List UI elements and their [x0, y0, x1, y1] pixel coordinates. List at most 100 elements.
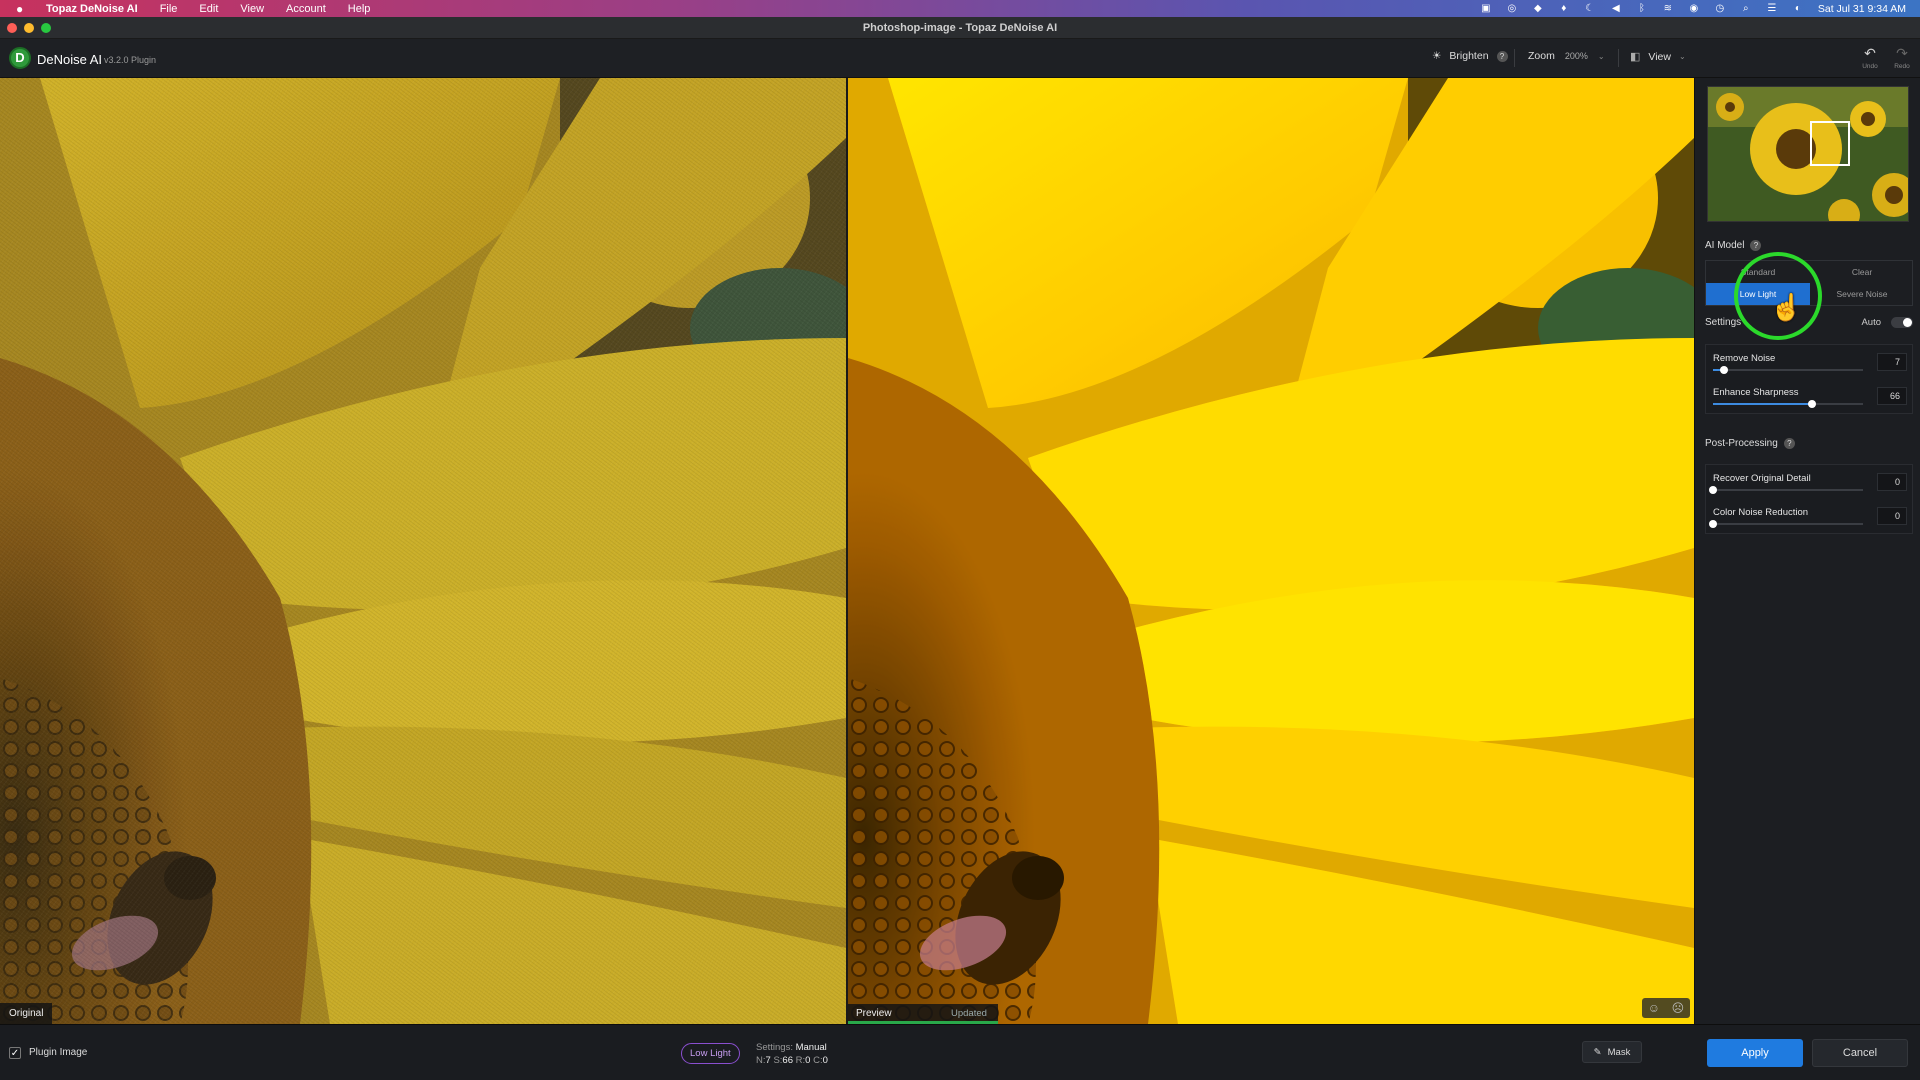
enhance-sharpness-label: Enhance Sharpness: [1713, 387, 1799, 398]
flame-icon[interactable]: ♦: [1558, 3, 1570, 14]
window-titlebar: Photoshop-image - Topaz DeNoise AI: [0, 17, 1920, 39]
preview-pane[interactable]: Preview Updated ☺ ☹: [848, 78, 1694, 1024]
dropbox-icon[interactable]: ◆: [1532, 3, 1544, 14]
post-processing-help-icon[interactable]: ?: [1783, 438, 1795, 449]
ai-model-help-icon[interactable]: ?: [1750, 240, 1762, 251]
slider-track[interactable]: [1709, 486, 1863, 494]
neutral-face-icon[interactable]: ☹: [1672, 1001, 1685, 1015]
view-menu[interactable]: ◧ View ⌄: [1630, 50, 1686, 64]
wifi-icon[interactable]: ≋: [1662, 3, 1674, 14]
menubar-status-area: ▣ ◎ ◆ ♦ ☾ ◀ ᛒ ≋ ◉ ◷ ⌕ ☰ ◐ Sat Jul 31 9:3…: [1480, 3, 1920, 15]
redo-label: Redo: [1894, 63, 1910, 70]
image-canvas[interactable]: Original Preview Updated ☺ ☹: [0, 78, 1694, 1024]
menu-help[interactable]: Help: [348, 3, 371, 15]
smile-icon[interactable]: ☺: [1648, 1001, 1660, 1015]
plugin-image-checkbox[interactable]: ✓: [9, 1047, 21, 1059]
navigator-viewport[interactable]: [1810, 121, 1850, 166]
slider-track[interactable]: [1709, 520, 1863, 528]
enhance-sharpness-slider[interactable]: Enhance Sharpness 66: [1706, 379, 1912, 413]
model-severe-noise[interactable]: Severe Noise: [1810, 283, 1914, 305]
sun-icon: ☀: [1432, 50, 1442, 62]
navigator-image: [1708, 87, 1908, 221]
settings-panel: AI Model ? Standard Clear Low Light Seve…: [1694, 78, 1920, 1024]
original-label: Original: [0, 1003, 53, 1024]
zoom-control[interactable]: Zoom 200% ⌄: [1528, 50, 1605, 62]
hand-cursor-icon: ☝: [1770, 292, 1803, 322]
auto-toggle[interactable]: [1891, 317, 1913, 328]
post-processing-title: Post-Processing ?: [1705, 438, 1795, 449]
slider-knob[interactable]: [1709, 486, 1717, 494]
spotlight-icon[interactable]: ⌕: [1740, 3, 1752, 14]
toolbar-divider: [1514, 49, 1515, 67]
slider-knob[interactable]: [1808, 400, 1816, 408]
bluetooth-icon[interactable]: ᛒ: [1636, 3, 1648, 14]
apply-button[interactable]: Apply: [1707, 1039, 1803, 1067]
preview-status: Updated: [951, 1008, 987, 1019]
model-clear[interactable]: Clear: [1810, 261, 1914, 283]
enhance-sharpness-value[interactable]: 66: [1877, 387, 1907, 405]
brighten-toggle[interactable]: ☀ Brighten ?: [1432, 50, 1508, 62]
minimize-window-button[interactable]: [24, 23, 34, 33]
creative-cloud-icon[interactable]: ◎: [1506, 3, 1518, 14]
time-machine-icon[interactable]: ◷: [1714, 3, 1726, 14]
preview-status-bar: Preview Updated: [848, 1004, 998, 1024]
screenshot-icon[interactable]: ▣: [1480, 3, 1492, 14]
brighten-label: Brighten: [1449, 50, 1489, 62]
control-center-icon[interactable]: ☰: [1766, 3, 1778, 14]
app-version: v3.2.0 Plugin: [104, 55, 157, 65]
recover-detail-value[interactable]: 0: [1877, 473, 1907, 491]
bottom-bar: ✓ Plugin Image Low Light Settings: Manua…: [0, 1024, 1920, 1080]
ai-model-label: AI Model: [1705, 240, 1745, 251]
undo-label: Undo: [1862, 63, 1878, 70]
menu-app-name[interactable]: Topaz DeNoise AI: [46, 3, 138, 15]
menu-account[interactable]: Account: [286, 3, 326, 15]
settings-prefix: Settings:: [756, 1042, 793, 1053]
close-window-button[interactable]: [7, 23, 17, 33]
preview-feedback: ☺ ☹: [1642, 998, 1690, 1018]
color-noise-slider[interactable]: Color Noise Reduction 0: [1706, 499, 1912, 533]
remove-noise-slider[interactable]: Remove Noise 7: [1706, 345, 1912, 379]
sunflower-photo-preview: [848, 78, 1694, 1024]
window-controls: [7, 23, 51, 33]
color-noise-value[interactable]: 0: [1877, 507, 1907, 525]
redo-icon: ↷: [1896, 45, 1908, 61]
original-pane[interactable]: Original: [0, 78, 846, 1024]
menu-view[interactable]: View: [240, 3, 264, 15]
slider-knob[interactable]: [1709, 520, 1717, 528]
mask-button[interactable]: ✎ Mask: [1582, 1041, 1642, 1063]
c-label: C:: [813, 1055, 823, 1066]
undo-icon: ↶: [1864, 45, 1876, 61]
cancel-button[interactable]: Cancel: [1812, 1039, 1908, 1067]
macos-menubar: ● Topaz DeNoise AI File Edit View Accoun…: [0, 0, 1920, 17]
denoise-logo-icon: D: [9, 47, 31, 69]
slider-track[interactable]: [1713, 400, 1863, 408]
post-processing-sliders: Recover Original Detail 0 Color Noise Re…: [1705, 464, 1913, 534]
menu-edit[interactable]: Edit: [199, 3, 218, 15]
undo-button[interactable]: ↶ Undo: [1858, 45, 1882, 70]
n-label: N:: [756, 1055, 766, 1066]
slider-track[interactable]: [1713, 366, 1863, 374]
view-layout-icon: ◧: [1630, 51, 1641, 63]
settings-sliders: Remove Noise 7 Enhance Sharpness 66: [1705, 344, 1913, 414]
recover-detail-slider[interactable]: Recover Original Detail 0: [1706, 465, 1912, 499]
view-label: View: [1648, 50, 1671, 63]
remove-noise-value[interactable]: 7: [1877, 353, 1907, 371]
mask-label: Mask: [1607, 1046, 1631, 1058]
slider-knob[interactable]: [1719, 366, 1728, 374]
zoom-window-button[interactable]: [41, 23, 51, 33]
user-icon[interactable]: ◉: [1688, 3, 1700, 14]
remove-noise-label: Remove Noise: [1713, 353, 1776, 364]
navigator-thumbnail[interactable]: [1707, 86, 1909, 222]
siri-icon[interactable]: ◐: [1792, 3, 1804, 14]
menubar-clock[interactable]: Sat Jul 31 9:34 AM: [1818, 3, 1906, 15]
preview-label: Preview: [856, 1008, 892, 1019]
apple-icon[interactable]: ●: [16, 2, 30, 16]
settings-mode: Manual: [795, 1042, 827, 1053]
brighten-help-icon[interactable]: ?: [1496, 50, 1508, 62]
zoom-value[interactable]: 200%: [1565, 51, 1588, 61]
volume-icon[interactable]: ◀: [1610, 3, 1622, 14]
moon-icon[interactable]: ☾: [1584, 3, 1596, 14]
redo-button[interactable]: ↷ Redo: [1890, 45, 1914, 70]
menu-file[interactable]: File: [160, 3, 178, 15]
chevron-down-icon[interactable]: ⌄: [1598, 52, 1605, 61]
